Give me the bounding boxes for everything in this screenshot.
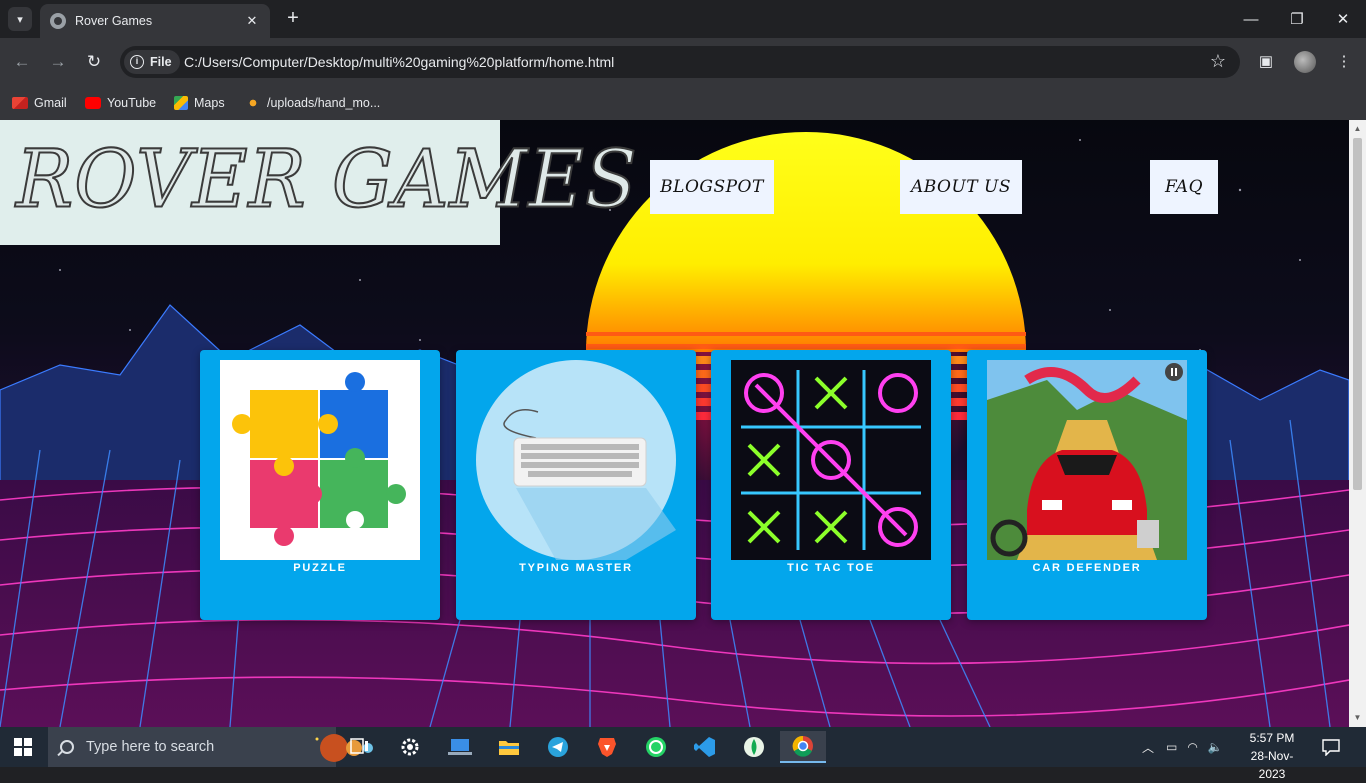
mongodb-compass-icon[interactable] (734, 731, 774, 763)
bookmark-label: Gmail (34, 96, 67, 110)
bookmark-youtube[interactable]: YouTube (85, 91, 156, 115)
bookmark-star-icon[interactable]: ☆ (1210, 51, 1226, 72)
taskbar-search[interactable]: Type here to search (48, 727, 373, 767)
taskbar-clock[interactable]: 5:57 PM 28-Nov-2023 (1240, 729, 1304, 783)
game-title: CAR DEFENDER (1032, 562, 1142, 574)
puzzle-pieces-icon (232, 372, 406, 546)
game-card-puzzle[interactable]: PUZZLE (200, 350, 440, 620)
bookmarks-bar: Gmail YouTube Maps /uploads/hand_mo... (0, 86, 1366, 120)
close-icon[interactable]: ✕ (244, 13, 260, 29)
chevron-up-icon[interactable]: ︿ (1142, 739, 1154, 756)
new-tab-button[interactable]: + (282, 7, 304, 29)
clock-date: 28-Nov-2023 (1250, 749, 1294, 781)
nav-faq[interactable]: FAQ (1150, 160, 1218, 214)
scroll-down-icon[interactable]: ▼ (1349, 711, 1366, 725)
nav-about-us[interactable]: ABOUT US (900, 160, 1022, 214)
game-title: TYPING MASTER (519, 562, 633, 574)
address-bar[interactable]: i File C:/Users/Computer/Desktop/multi%2… (120, 46, 1240, 78)
page-viewport: ROVER GAMES BLOGSPOT ABOUT US FAQ PUZZLE… (0, 120, 1349, 727)
laptop-app-icon[interactable] (440, 731, 480, 763)
brave-browser-icon[interactable] (587, 731, 627, 763)
game-card-typing-master[interactable]: TYPING MASTER (456, 350, 696, 620)
bookmark-uploads[interactable]: /uploads/hand_mo... (245, 91, 380, 115)
game-card-car-defender[interactable]: CAR DEFENDER (967, 350, 1207, 620)
whatsapp-icon[interactable] (636, 731, 676, 763)
reload-icon[interactable]: ↻ (82, 50, 106, 74)
browser-tab-bar: ▾ Rover Games ✕ + — ❐ ✕ (0, 0, 1366, 38)
windows-taskbar: Type here to search ︿ ▭ ◠ 🔈 5:57 PM 28-N… (0, 727, 1366, 781)
youtube-icon (85, 97, 101, 109)
keyboard-icon (476, 360, 676, 560)
avatar[interactable] (1294, 51, 1316, 73)
logo-text: ROVER GAMES (15, 131, 638, 227)
tray-icons: ︿ ▭ ◠ 🔈 (1142, 727, 1223, 767)
info-icon: i (130, 55, 144, 69)
bookmark-label: YouTube (107, 96, 157, 110)
url-text[interactable]: C:/Users/Computer/Desktop/multi%20gaming… (184, 54, 614, 70)
gmail-icon (12, 97, 28, 109)
tic-tac-toe-thumbnail (731, 360, 931, 560)
tic-tac-toe-board-icon (741, 370, 921, 550)
restore-icon[interactable]: ❐ (1274, 0, 1320, 38)
scroll-thumb[interactable] (1353, 138, 1362, 490)
bookmark-label: /uploads/hand_mo... (267, 96, 381, 110)
forward-icon[interactable]: → (46, 50, 70, 74)
uploads-icon (245, 96, 261, 110)
wifi-icon[interactable]: ◠ (1187, 740, 1197, 754)
bookmark-gmail[interactable]: Gmail (12, 91, 67, 115)
notifications-icon[interactable] (1322, 727, 1340, 767)
menu-icon[interactable]: ⋮ (1332, 50, 1356, 74)
site-info-chip[interactable]: i File (124, 50, 180, 74)
browser-toolbar: ← → ↻ i File C:/Users/Computer/Desktop/m… (0, 38, 1366, 86)
task-view-icon[interactable] (340, 731, 380, 763)
taskbar-search-placeholder: Type here to search (86, 739, 215, 755)
game-card-tic-tac-toe[interactable]: TIC TAC TOE (711, 350, 951, 620)
vscode-icon[interactable] (685, 731, 725, 763)
game-title: TIC TAC TOE (787, 562, 875, 574)
site-logo[interactable]: ROVER GAMES (0, 120, 638, 245)
maps-icon (174, 96, 188, 110)
file-explorer-icon[interactable] (489, 731, 529, 763)
volume-icon[interactable]: 🔈 (1208, 740, 1223, 754)
tab-title: Rover Games (75, 14, 153, 28)
page-scrollbar[interactable]: ▲ ▼ (1349, 120, 1366, 727)
battery-icon[interactable]: ▭ (1166, 740, 1177, 754)
game-title: PUZZLE (293, 562, 347, 574)
windows-start-icon[interactable] (14, 738, 32, 756)
file-chip-label: File (150, 55, 172, 69)
puzzle-thumbnail (220, 360, 420, 560)
window-close-icon[interactable]: ✕ (1320, 0, 1366, 38)
minimize-icon[interactable]: — (1228, 0, 1274, 38)
nav-blogspot[interactable]: BLOGSPOT (650, 160, 774, 214)
tab-search-button[interactable]: ▾ (8, 7, 32, 31)
red-sports-car-icon (987, 360, 1187, 560)
search-icon (60, 740, 74, 754)
bookmark-maps[interactable]: Maps (174, 91, 225, 115)
settings-gear-icon[interactable] (390, 731, 430, 763)
bookmark-label: Maps (194, 96, 225, 110)
browser-tab[interactable]: Rover Games ✕ (40, 4, 270, 38)
side-panel-icon[interactable]: ▣ (1254, 50, 1278, 74)
chrome-icon[interactable] (780, 731, 826, 763)
typing-master-thumbnail (476, 360, 676, 560)
scroll-up-icon[interactable]: ▲ (1349, 122, 1366, 136)
globe-icon (50, 13, 66, 29)
telegram-icon[interactable] (538, 731, 578, 763)
car-defender-thumbnail (987, 360, 1187, 560)
back-icon[interactable]: ← (10, 50, 34, 74)
clock-time: 5:57 PM (1249, 731, 1295, 745)
